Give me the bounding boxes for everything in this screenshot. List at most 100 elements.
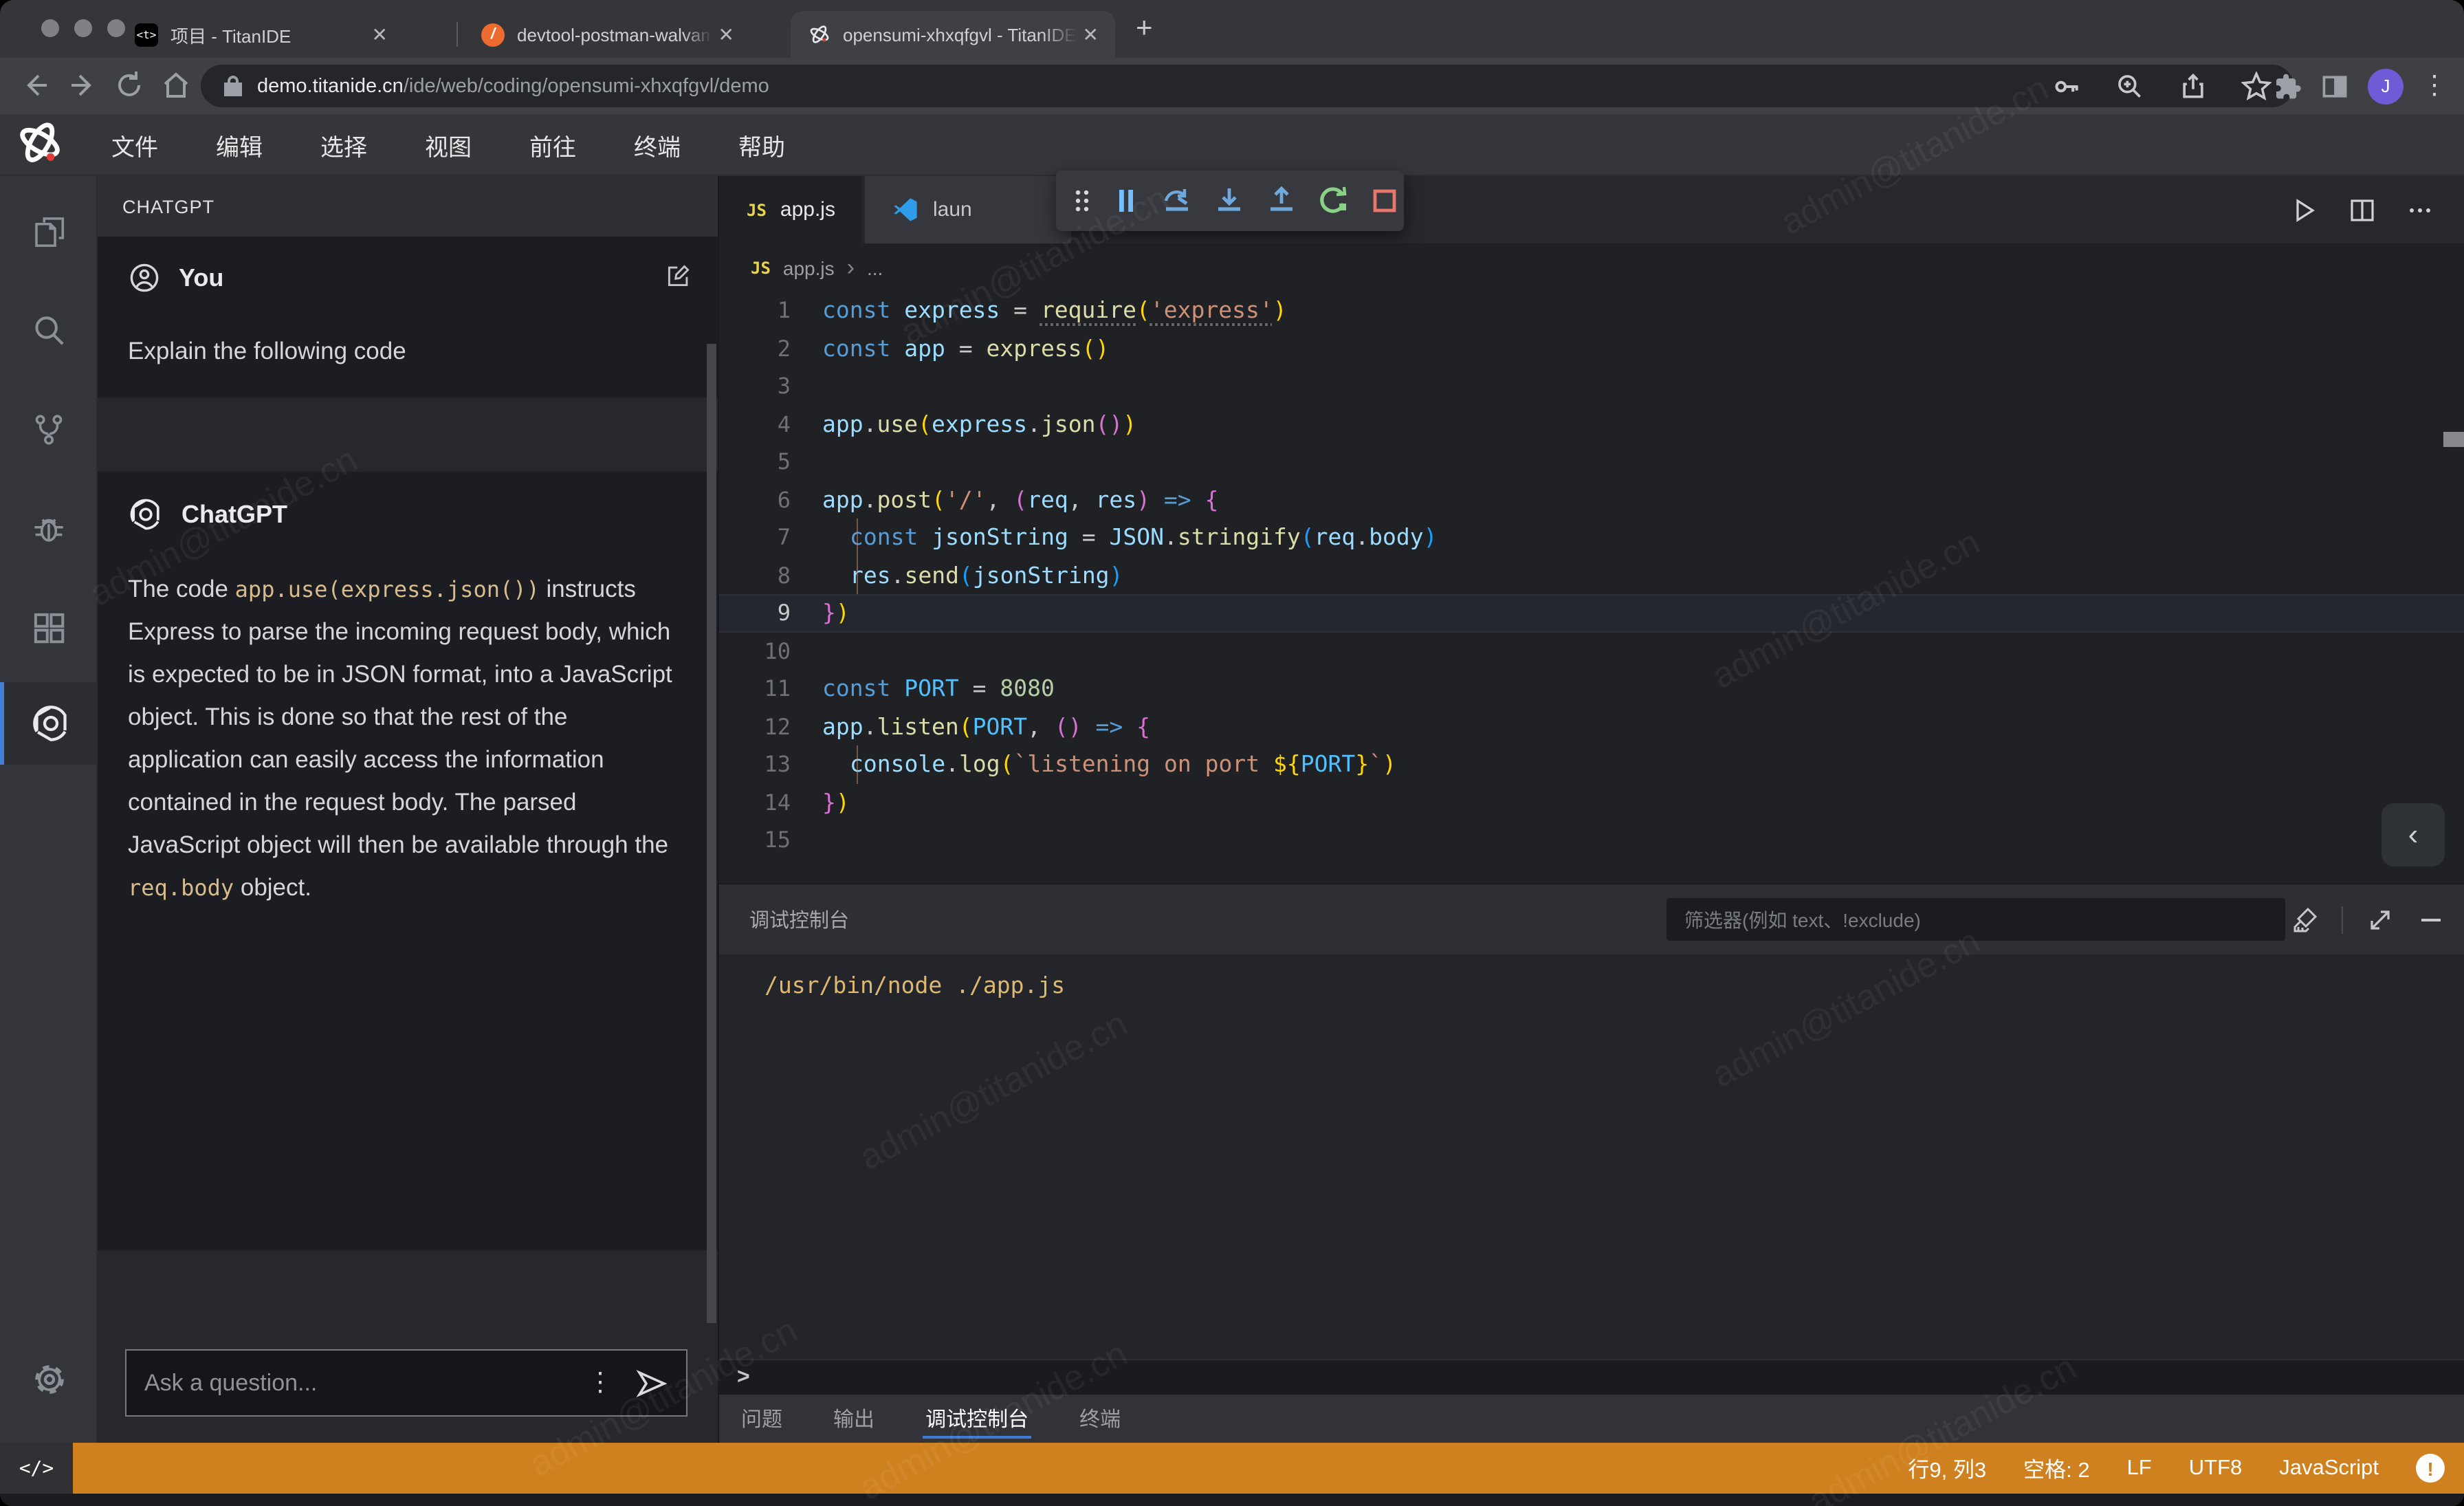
window-controls[interactable] xyxy=(41,19,125,37)
sidebar-item-extensions[interactable] xyxy=(0,586,98,668)
token: require xyxy=(1041,297,1136,323)
chat-input-placeholder: Ask a question... xyxy=(144,1369,587,1397)
sidebar-item-search[interactable] xyxy=(0,289,98,371)
edit-icon[interactable] xyxy=(667,264,690,287)
status-item-2[interactable]: LF xyxy=(2127,1456,2152,1481)
token: jsonString xyxy=(973,562,1110,588)
home-icon[interactable] xyxy=(160,69,192,102)
side-panel-icon[interactable] xyxy=(2320,71,2350,101)
password-key-icon[interactable] xyxy=(2052,71,2082,101)
token: json xyxy=(1041,411,1096,437)
code-editor[interactable]: 1const express = require('express')2cons… xyxy=(719,292,2464,859)
close-tab-icon[interactable]: ✕ xyxy=(718,23,734,46)
window-edge xyxy=(0,1494,2464,1506)
code-line: 9}) xyxy=(719,594,2464,632)
editor-scrollbar[interactable] xyxy=(2443,432,2464,447)
status-item-3[interactable]: UTF8 xyxy=(2189,1456,2243,1481)
close-tab-icon[interactable]: ✕ xyxy=(372,23,388,46)
code-text: app.use(express.json()) xyxy=(822,405,1136,443)
code-line: 15 xyxy=(719,821,2464,859)
prompt-chevron: > xyxy=(737,1365,750,1390)
step-out-icon[interactable] xyxy=(1265,186,1298,216)
close-window-button[interactable] xyxy=(41,19,59,37)
status-item-0[interactable]: 行9, 列3 xyxy=(1908,1453,1986,1483)
chatgpt-panel: CHATGPT You Explain the following code C… xyxy=(98,176,719,1443)
new-tab-button[interactable]: + xyxy=(1136,12,1153,45)
extensions-puzzle-icon[interactable] xyxy=(2272,71,2302,101)
code-line: 5 xyxy=(719,443,2464,481)
clear-console-icon[interactable] xyxy=(2291,906,2318,933)
status-bar: </> 行9, 列3 空格: 2 LF UTF8 JavaScript! xyxy=(0,1443,2464,1494)
menu-item-6[interactable]: 帮助 xyxy=(710,127,814,162)
sidebar-item-chatgpt[interactable] xyxy=(0,682,98,765)
browser-tab-2[interactable]: / devtool-postman-walvamdz - ✕ xyxy=(465,11,751,58)
token: req xyxy=(1027,486,1068,512)
address-bar[interactable]: demo.titanide.cn/ide/web/coding/opensumi… xyxy=(201,65,2294,107)
menu-item-2[interactable]: 选择 xyxy=(292,127,396,162)
sidebar-item-explorer[interactable] xyxy=(0,190,98,272)
browser-tab-title: 项目 - TitanIDE xyxy=(170,21,366,47)
restart-icon[interactable] xyxy=(1317,186,1350,216)
panel-tab-1[interactable]: 输出 xyxy=(833,1395,874,1443)
debug-toolbar xyxy=(1056,171,1404,231)
breadcrumb-file[interactable]: app.js xyxy=(783,257,835,279)
menu-item-4[interactable]: 前往 xyxy=(500,127,605,162)
sidebar-item-settings[interactable] xyxy=(0,1338,98,1421)
token: express xyxy=(904,297,1000,323)
send-icon[interactable] xyxy=(635,1366,668,1399)
browser-menu-icon[interactable]: ⋮ xyxy=(2421,79,2448,93)
menu-item-1[interactable]: 编辑 xyxy=(187,127,292,162)
browser-tab-3-active[interactable]: opensumi-xhxqfgvl - TitanIDE ✕ xyxy=(791,11,1115,58)
panel-tab-0[interactable]: 问题 xyxy=(741,1395,782,1443)
token: stringify xyxy=(1178,524,1301,550)
breadcrumb-more[interactable]: ... xyxy=(867,257,883,279)
url-text[interactable]: demo.titanide.cn/ide/web/coding/opensumi… xyxy=(257,75,2052,97)
collapse-right-icon[interactable]: ‹ xyxy=(2382,803,2445,866)
forward-icon[interactable] xyxy=(66,69,99,102)
line-number: 8 xyxy=(719,556,822,594)
console-filter-input[interactable]: 筛选器(例如 text、!exclude) xyxy=(1666,898,2285,941)
drag-handle-icon[interactable] xyxy=(1072,187,1092,215)
step-over-icon[interactable] xyxy=(1160,186,1194,216)
code-line: 11const PORT = 8080 xyxy=(719,670,2464,708)
debug-console-prompt[interactable]: > xyxy=(719,1359,2464,1395)
pause-icon[interactable] xyxy=(1111,186,1141,216)
editor-tab-appjs[interactable]: JS app.js xyxy=(719,176,863,243)
chat-input[interactable]: Ask a question... ⋮ xyxy=(125,1349,688,1417)
step-into-icon[interactable] xyxy=(1213,186,1246,216)
status-item-1[interactable]: 空格: 2 xyxy=(2023,1453,2089,1483)
more-actions-icon[interactable] xyxy=(2406,196,2434,223)
menu-item-5[interactable]: 终端 xyxy=(605,127,710,162)
chat-scrollbar[interactable] xyxy=(707,344,716,1323)
editor-tab-launch[interactable]: laun xyxy=(866,176,1072,243)
breadcrumb[interactable]: JS app.js › ... xyxy=(719,243,2464,292)
zoom-icon[interactable] xyxy=(2115,71,2145,101)
browser-tab-1[interactable]: <t> 项目 - TitanIDE ✕ xyxy=(118,11,404,58)
close-tab-icon[interactable]: ✕ xyxy=(1083,23,1099,46)
close-panel-icon[interactable] xyxy=(2417,906,2445,933)
chat-options-icon[interactable]: ⋮ xyxy=(587,1376,613,1390)
profile-avatar[interactable]: J xyxy=(2368,68,2404,104)
run-icon[interactable] xyxy=(2291,196,2318,223)
minimize-window-button[interactable] xyxy=(74,19,92,37)
panel-tab-3[interactable]: 终端 xyxy=(1079,1395,1121,1443)
menu-item-3[interactable]: 视图 xyxy=(396,127,500,162)
sidebar-item-debug[interactable] xyxy=(0,487,98,569)
warning-badge[interactable]: ! xyxy=(2416,1454,2445,1483)
back-icon[interactable] xyxy=(19,69,52,102)
maximize-panel-icon[interactable] xyxy=(2366,906,2394,933)
sidebar-item-source-control[interactable] xyxy=(0,388,98,470)
share-icon[interactable] xyxy=(2178,71,2208,101)
token: const xyxy=(822,675,904,701)
reload-icon[interactable] xyxy=(113,69,146,102)
split-editor-icon[interactable] xyxy=(2348,196,2376,223)
status-item-4[interactable]: JavaScript xyxy=(2279,1456,2379,1481)
bookmark-star-icon[interactable] xyxy=(2241,71,2272,101)
code-text: const express = require('express') xyxy=(822,292,1287,329)
bottom-panel: 调试控制台 筛选器(例如 text、!exclude) /usr/bin/nod… xyxy=(719,883,2464,1443)
stop-icon[interactable] xyxy=(1370,186,1400,216)
code-line: 3 xyxy=(719,367,2464,405)
menu-item-0[interactable]: 文件 xyxy=(82,127,187,162)
panel-tab-2[interactable]: 调试控制台 xyxy=(925,1395,1028,1443)
remote-indicator[interactable]: </> xyxy=(0,1443,73,1494)
